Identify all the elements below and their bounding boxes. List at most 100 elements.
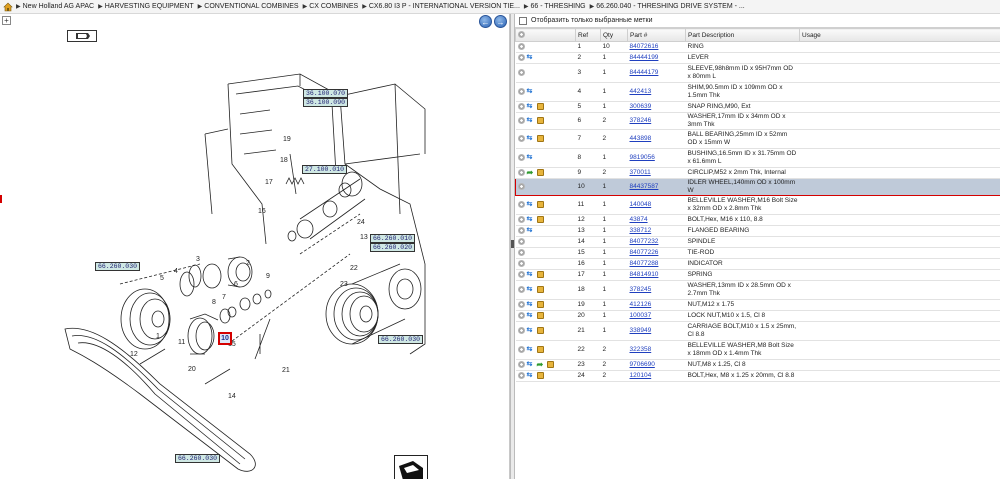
header-qty[interactable]: Qty: [600, 28, 628, 42]
callout-20[interactable]: 20: [188, 366, 196, 373]
row-options-gear-icon[interactable]: [517, 53, 525, 61]
part-number-link[interactable]: 84444199: [630, 54, 659, 61]
table-row[interactable]: 14 1 84077232 SPINDLE: [515, 236, 1000, 248]
part-number-link[interactable]: 84072616: [630, 43, 659, 50]
row-options-gear-icon[interactable]: [517, 226, 525, 234]
breadcrumb-label[interactable]: 66 - THRESHING: [531, 3, 586, 10]
part-number-link[interactable]: 140048: [630, 201, 652, 208]
part-number-link[interactable]: 100037: [630, 312, 652, 319]
table-row[interactable]: ⇆ 2 1 84444199 LEVER: [515, 52, 1000, 64]
part-number-link[interactable]: 84444179: [630, 69, 659, 76]
package-box-icon[interactable]: [536, 102, 544, 110]
table-row[interactable]: ⇆ 7 2 443898 BALL BEARING,25mm ID x 52mm OD …: [515, 129, 1000, 149]
table-row[interactable]: ⇆ 5 1 300639 SNAP RING,M90, Ext: [515, 101, 1000, 113]
row-options-gear-icon[interactable]: [517, 311, 525, 319]
part-number-link[interactable]: 43874: [630, 216, 648, 223]
row-options-gear-icon[interactable]: [517, 134, 525, 142]
table-row[interactable]: ⇆ 21 1 338949 CARRIAGE BOLT,M10 x 1.5 x 25mm…: [515, 321, 1000, 341]
package-box-icon[interactable]: [536, 285, 544, 293]
row-options-gear-icon[interactable]: [517, 153, 525, 161]
substitute-link-icon[interactable]: ⇆: [527, 154, 535, 161]
callout-2[interactable]: 2: [246, 260, 250, 267]
table-row[interactable]: ➦ 9 2 370011 CIRCLIP,M52 x 2mm Thk, Internal: [515, 167, 1000, 179]
package-box-icon[interactable]: [536, 311, 544, 319]
table-row[interactable]: ⇆ 18 1 378245 WASHER,13mm ID x 28.5mm OD x 2…: [515, 280, 1000, 300]
substitute-link-icon[interactable]: ⇆: [527, 301, 535, 308]
callout-23[interactable]: 23: [340, 281, 348, 288]
table-row[interactable]: ⇆ 4 1 442413 SHIM,90.5mm ID x 109mm OD x 1.5…: [515, 82, 1000, 102]
callout-22[interactable]: 22: [350, 265, 358, 272]
row-options-gear-icon[interactable]: [517, 42, 525, 50]
table-row[interactable]: ⇆ ➦ 23 2 9706690 NUT,M8 x 1.25, Cl 8: [515, 359, 1000, 371]
breadcrumb-label[interactable]: HARVESTING EQUIPMENT: [105, 3, 194, 10]
diagram-ref-tag[interactable]: 36.100.090: [303, 98, 349, 107]
part-number-link[interactable]: 442413: [630, 88, 652, 95]
row-options-gear-icon[interactable]: [517, 360, 525, 368]
callout-6[interactable]: 6: [234, 281, 238, 288]
replacement-arrow-icon[interactable]: ➦: [537, 360, 545, 368]
row-options-gear-icon[interactable]: [517, 68, 525, 76]
row-options-gear-icon[interactable]: [517, 215, 525, 223]
breadcrumb-label[interactable]: CONVENTIONAL COMBINES: [204, 3, 298, 10]
row-options-gear-icon[interactable]: [517, 371, 525, 379]
table-row[interactable]: ⇆ 12 1 43874 BOLT,Hex, M16 x 110, 8.8: [515, 214, 1000, 226]
diagram-pane[interactable]: + ← → 3 4 5 2 9 6 7 8 12 20 14 21 19 18 …: [0, 14, 510, 479]
part-number-link[interactable]: 84077288: [630, 260, 659, 267]
table-row[interactable]: ⇆ 13 1 338712 FLANGED BEARING: [515, 225, 1000, 237]
table-row[interactable]: 16 1 84077288 INDICATOR: [515, 258, 1000, 270]
callout-17[interactable]: 17: [265, 179, 273, 186]
callout-24[interactable]: 24: [357, 219, 365, 226]
table-row[interactable]: ⇆ 17 1 84814910 SPRING: [515, 269, 1000, 281]
substitute-link-icon[interactable]: ⇆: [527, 271, 535, 278]
settings-gear-icon[interactable]: [518, 31, 525, 39]
table-row[interactable]: ⇆ 19 1 412126 NUT,M12 x 1.75: [515, 299, 1000, 311]
substitute-link-icon[interactable]: ⇆: [527, 327, 535, 334]
callout-8[interactable]: 8: [212, 299, 216, 306]
diagram-ref-tag[interactable]: 66.260.030: [175, 454, 221, 463]
part-number-link[interactable]: 338712: [630, 227, 652, 234]
part-number-link[interactable]: 84437587: [630, 183, 659, 190]
callout-16[interactable]: 16: [258, 208, 266, 215]
table-row[interactable]: 15 1 84077226 TIE-ROD: [515, 247, 1000, 259]
package-box-icon[interactable]: [536, 270, 544, 278]
package-box-icon[interactable]: [536, 200, 544, 208]
substitute-link-icon[interactable]: ⇆: [527, 346, 535, 353]
table-row-selected[interactable]: 10 1 84437587 IDLER WHEEL,140mm OD x 100mm …: [515, 178, 1000, 196]
part-number-link[interactable]: 84077226: [630, 249, 659, 256]
callout-5[interactable]: 5: [160, 275, 164, 282]
part-number-link[interactable]: 378245: [630, 286, 652, 293]
row-options-gear-icon[interactable]: [517, 168, 525, 176]
substitute-link-icon[interactable]: ⇆: [527, 135, 535, 142]
substitute-link-icon[interactable]: ⇆: [527, 312, 535, 319]
breadcrumb-item[interactable]: ▶ 66.260.040 - THRESHING DRIVE SYSTEM - .…: [590, 3, 745, 10]
diagram-ref-tag[interactable]: 66.260.030: [95, 262, 141, 271]
table-row[interactable]: 3 1 84444179 SLEEVE,98h8mm ID x 95H7mm OD x…: [515, 63, 1000, 83]
substitute-link-icon[interactable]: ⇆: [527, 372, 535, 379]
part-number-link[interactable]: 378246: [630, 117, 652, 124]
header-usage[interactable]: Usage: [799, 28, 1000, 42]
row-options-gear-icon[interactable]: [517, 237, 525, 245]
row-options-gear-icon[interactable]: [517, 300, 525, 308]
table-row[interactable]: ⇆ 20 1 100037 LOCK NUT,M10 x 1.5, Cl 8: [515, 310, 1000, 322]
diagram-ref-tag[interactable]: 66.260.010: [370, 234, 416, 243]
breadcrumb-item[interactable]: ▶ CX COMBINES: [303, 3, 359, 10]
callout-12[interactable]: 12: [130, 351, 138, 358]
breadcrumb-item[interactable]: ▶ HARVESTING EQUIPMENT: [98, 3, 194, 10]
breadcrumb-item[interactable]: ▶ New Holland AG APAC: [16, 3, 94, 10]
callout-14[interactable]: 14: [228, 393, 236, 400]
package-box-icon[interactable]: [536, 300, 544, 308]
callout-21[interactable]: 21: [282, 367, 290, 374]
diagram-ref-tag[interactable]: 27.100.010: [302, 165, 348, 174]
row-options-gear-icon[interactable]: [517, 248, 525, 256]
callout-4[interactable]: 4: [174, 268, 178, 275]
row-options-gear-icon[interactable]: [517, 116, 525, 124]
substitute-link-icon[interactable]: ⇆: [527, 227, 535, 234]
header-ref[interactable]: Ref: [575, 28, 601, 42]
part-number-link[interactable]: 322358: [630, 346, 652, 353]
callout-10-highlighted[interactable]: 10: [218, 332, 232, 345]
substitute-link-icon[interactable]: ⇆: [527, 103, 535, 110]
row-options-gear-icon[interactable]: [518, 182, 525, 190]
package-box-icon[interactable]: [536, 116, 544, 124]
breadcrumb-label[interactable]: New Holland AG APAC: [23, 3, 94, 10]
callout-7[interactable]: 7: [222, 294, 226, 301]
